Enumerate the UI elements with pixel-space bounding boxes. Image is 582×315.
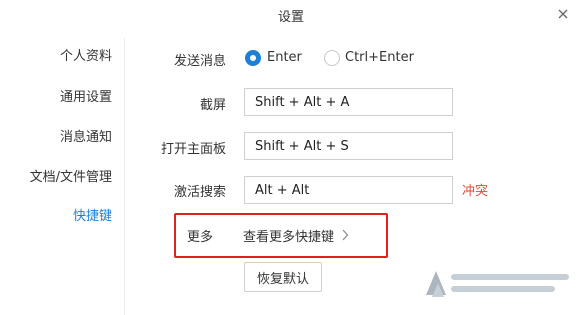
sidebar-item-file-management[interactable]: 文档/文件管理 xyxy=(30,168,112,188)
send-enter-radio[interactable] xyxy=(245,50,261,66)
settings-sidebar: 个人资料 通用设置 消息通知 文档/文件管理 快捷键 xyxy=(0,30,124,315)
sidebar-divider xyxy=(124,38,125,315)
chevron-right-icon[interactable] xyxy=(341,229,349,241)
screenshot-hotkey-label: 截屏 xyxy=(200,98,227,113)
main-panel-hotkey-input[interactable] xyxy=(244,132,453,160)
more-label: 更多 xyxy=(187,230,214,245)
reset-defaults-button[interactable]: 恢复默认 xyxy=(244,262,322,292)
conflict-warning: 冲突 xyxy=(462,184,489,199)
sidebar-item-notifications[interactable]: 消息通知 xyxy=(60,128,112,148)
sidebar-item-profile[interactable]: 个人资料 xyxy=(60,47,112,67)
title-bar: 设置 xyxy=(0,0,582,30)
settings-window: 设置 个人资料 通用设置 消息通知 文档/文件管理 快捷键 发送消息 Enter… xyxy=(0,0,582,315)
screenshot-hotkey-input[interactable] xyxy=(244,88,453,116)
close-button[interactable] xyxy=(554,5,572,23)
view-more-hotkeys-link[interactable]: 查看更多快捷键 xyxy=(243,226,334,245)
window-title: 设置 xyxy=(277,10,304,25)
send-ctrl-enter-label[interactable]: Ctrl+Enter xyxy=(345,50,414,65)
search-hotkey-label: 激活搜索 xyxy=(174,185,227,200)
sidebar-item-general[interactable]: 通用设置 xyxy=(60,88,112,108)
main-panel-hotkey-label: 打开主面板 xyxy=(161,142,227,157)
search-hotkey-input[interactable] xyxy=(244,176,453,204)
send-message-label: 发送消息 xyxy=(174,54,227,69)
watermark-logo xyxy=(426,271,569,297)
close-icon xyxy=(558,9,568,19)
send-enter-label[interactable]: Enter xyxy=(267,50,302,65)
send-ctrl-enter-radio[interactable] xyxy=(324,50,340,66)
sidebar-item-hotkeys[interactable]: 快捷键 xyxy=(73,207,112,227)
